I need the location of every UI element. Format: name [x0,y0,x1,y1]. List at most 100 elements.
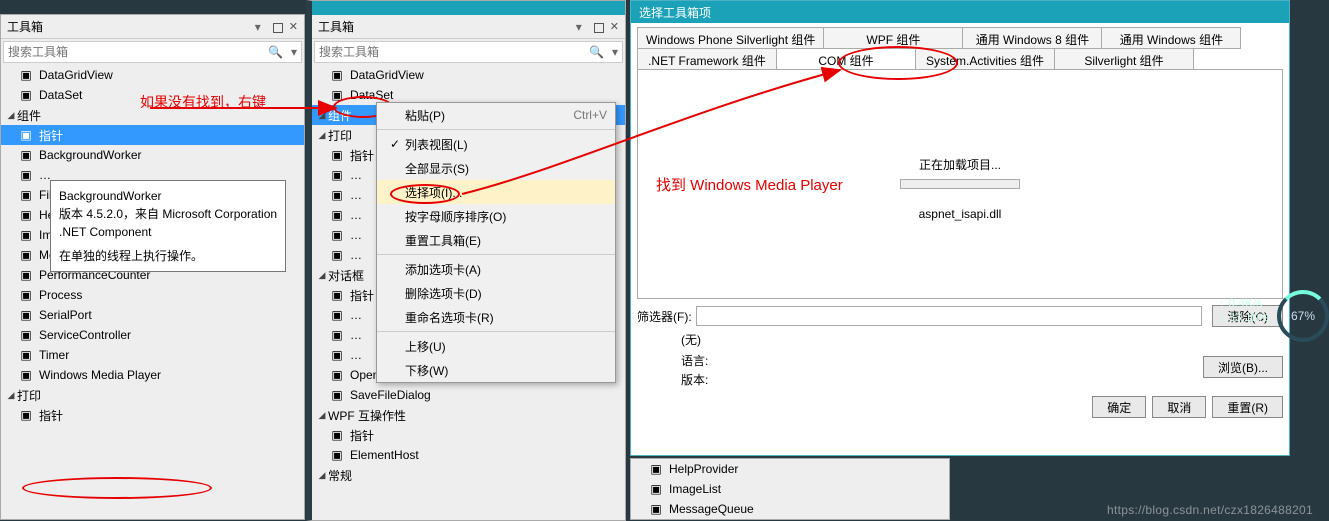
ctx-rentab[interactable]: 重命名选项卡(R) [377,305,615,329]
item-icon: ▣ [328,187,346,203]
ctx-paste[interactable]: 粘贴(P)Ctrl+V [377,103,615,127]
dialog-tab[interactable]: Windows Phone Silverlight 组件 [637,27,824,49]
search-icon[interactable]: 🔍 [264,45,287,59]
ctx-reset[interactable]: 重置工具箱(E) [377,228,615,252]
tree-header[interactable]: ◢WPF 互操作性 [312,405,625,425]
item-icon: ▣ [328,447,346,463]
search-row: 🔍 ▾ [3,41,302,63]
item-icon: ▣ [17,327,35,343]
ctx-up[interactable]: 上移(U) [377,334,615,358]
loading-text: 正在加载项目... [644,156,1276,173]
toolbox-title-b: 工具箱 ▾ ✕ [312,15,625,39]
tree-header[interactable]: ◢打印 [1,385,304,405]
item-icon: ▣ [328,207,346,223]
tree-item[interactable]: ▣MessageQueue [631,499,949,519]
item-icon: ▣ [328,307,346,323]
toolbox-title-a: 工具箱 ▾ ✕ [1,15,304,39]
reset-button[interactable]: 重置(R) [1212,396,1283,418]
tree-item[interactable]: ▣Process [1,285,304,305]
ctx-addtab[interactable]: 添加选项卡(A) [377,257,615,281]
pin-icon[interactable] [592,21,604,33]
search-drop-icon[interactable]: ▾ [608,45,622,59]
item-icon: ▣ [328,247,346,263]
item-icon: ▣ [328,67,346,83]
dialog-tab[interactable]: System.Activities 组件 [915,48,1055,70]
annotation-rightclick: 如果没有找到，右键 [140,92,266,112]
dialog-title-text: 选择工具箱项 [639,4,711,21]
ctx-deltab[interactable]: 删除选项卡(D) [377,281,615,305]
tooltip-line: 版本 4.5.2.0，来自 Microsoft Corporation [59,205,277,223]
tree-item[interactable]: ▣ElementHost [312,445,625,465]
tree-item[interactable]: ▣指针 [1,405,304,425]
fragment-list: ▣HelpProvider▣ImageList▣MessageQueue [630,458,950,520]
item-icon: ▣ [328,147,346,163]
ctx-listview[interactable]: ✓列表视图(L) [377,132,615,156]
net-down: 33.1K/s [1228,310,1269,324]
usage-pct: 67% [1291,309,1315,323]
item-icon: ▣ [17,407,35,423]
dialog-tab[interactable]: WPF 组件 [823,27,963,49]
watermark-text: https://blog.csdn.net/czx1826488201 [1107,503,1313,517]
tree-item[interactable]: ▣DataGridView [312,65,625,85]
frame-top [312,1,625,15]
tree-item[interactable]: ▣指针 [312,425,625,445]
dropdown-icon[interactable]: ▾ [572,20,586,34]
tree-item[interactable]: ▣HelpProvider [631,459,949,479]
title-text: 工具箱 [318,18,354,35]
item-icon: ▣ [328,167,346,183]
tree-item[interactable]: ▣ServiceController [1,325,304,345]
tree-item[interactable]: ▣BackgroundWorker [1,145,304,165]
tooltip-line: .NET Component [59,223,277,241]
dialog-buttons: 确定 取消 重置(R) [631,390,1289,424]
close-icon[interactable]: ✕ [610,20,619,33]
item-icon: ▣ [328,387,346,403]
search-input[interactable] [315,42,585,62]
ctx-choose-items[interactable]: 选择项(I)... [377,180,615,204]
tree-item[interactable]: ▣DataGridView [1,65,304,85]
item-icon: ▣ [17,187,35,203]
item-icon: ▣ [17,147,35,163]
meta-ver: 版本: [681,371,1191,388]
ok-button[interactable]: 确定 [1092,396,1146,418]
tree-item[interactable]: ▣SaveFileDialog [312,385,625,405]
dialog-tab[interactable]: .NET Framework 组件 [637,48,777,70]
search-row: 🔍 ▾ [314,41,623,63]
search-icon[interactable]: 🔍 [585,45,608,59]
tree-item[interactable]: ▣ImageList [631,479,949,499]
browse-button[interactable]: 浏览(B)... [1203,356,1283,378]
tree-item[interactable]: ▣Timer [1,345,304,365]
pin-icon[interactable] [271,21,283,33]
tooltip-line: 在单独的线程上执行操作。 [59,247,277,265]
item-icon: ▣ [328,227,346,243]
ctx-showall[interactable]: 全部显示(S) [377,156,615,180]
choose-items-dialog: 选择工具箱项 Windows Phone Silverlight 组件WPF 组… [630,0,1290,456]
close-icon[interactable]: ✕ [289,20,298,33]
item-icon: ▣ [328,287,346,303]
tree-item[interactable]: ▣Windows Media Player [1,365,304,385]
tree-item[interactable]: ▣SerialPort [1,305,304,325]
search-input[interactable] [4,42,264,62]
ctx-sort[interactable]: 按字母顺序排序(O) [377,204,615,228]
item-icon: ▣ [17,247,35,263]
search-drop-icon[interactable]: ▾ [287,45,301,59]
item-icon: ▣ [328,347,346,363]
dialog-tab[interactable]: Silverlight 组件 [1054,48,1194,70]
dialog-tab[interactable]: COM 组件 [776,48,916,70]
cancel-button[interactable]: 取消 [1152,396,1206,418]
net-up: 0.4K/s [1228,296,1262,310]
ctx-down[interactable]: 下移(W) [377,358,615,382]
filter-input[interactable] [696,306,1203,326]
title-text: 工具箱 [7,18,43,35]
item-icon: ▣ [17,347,35,363]
tooltip-line: BackgroundWorker [59,187,277,205]
meta-lang: 语言: [681,352,1191,369]
dialog-tab[interactable]: 通用 Windows 组件 [1101,27,1241,49]
dropdown-icon[interactable]: ▾ [251,20,265,34]
item-icon: ▣ [328,327,346,343]
tree-header[interactable]: ◢常规 [312,465,625,485]
tree-item[interactable]: ▣指针 [1,125,304,145]
item-icon: ▣ [17,207,35,223]
dialog-tab[interactable]: 通用 Windows 8 组件 [962,27,1102,49]
item-icon: ▣ [17,87,35,103]
progress-bar [900,179,1020,189]
